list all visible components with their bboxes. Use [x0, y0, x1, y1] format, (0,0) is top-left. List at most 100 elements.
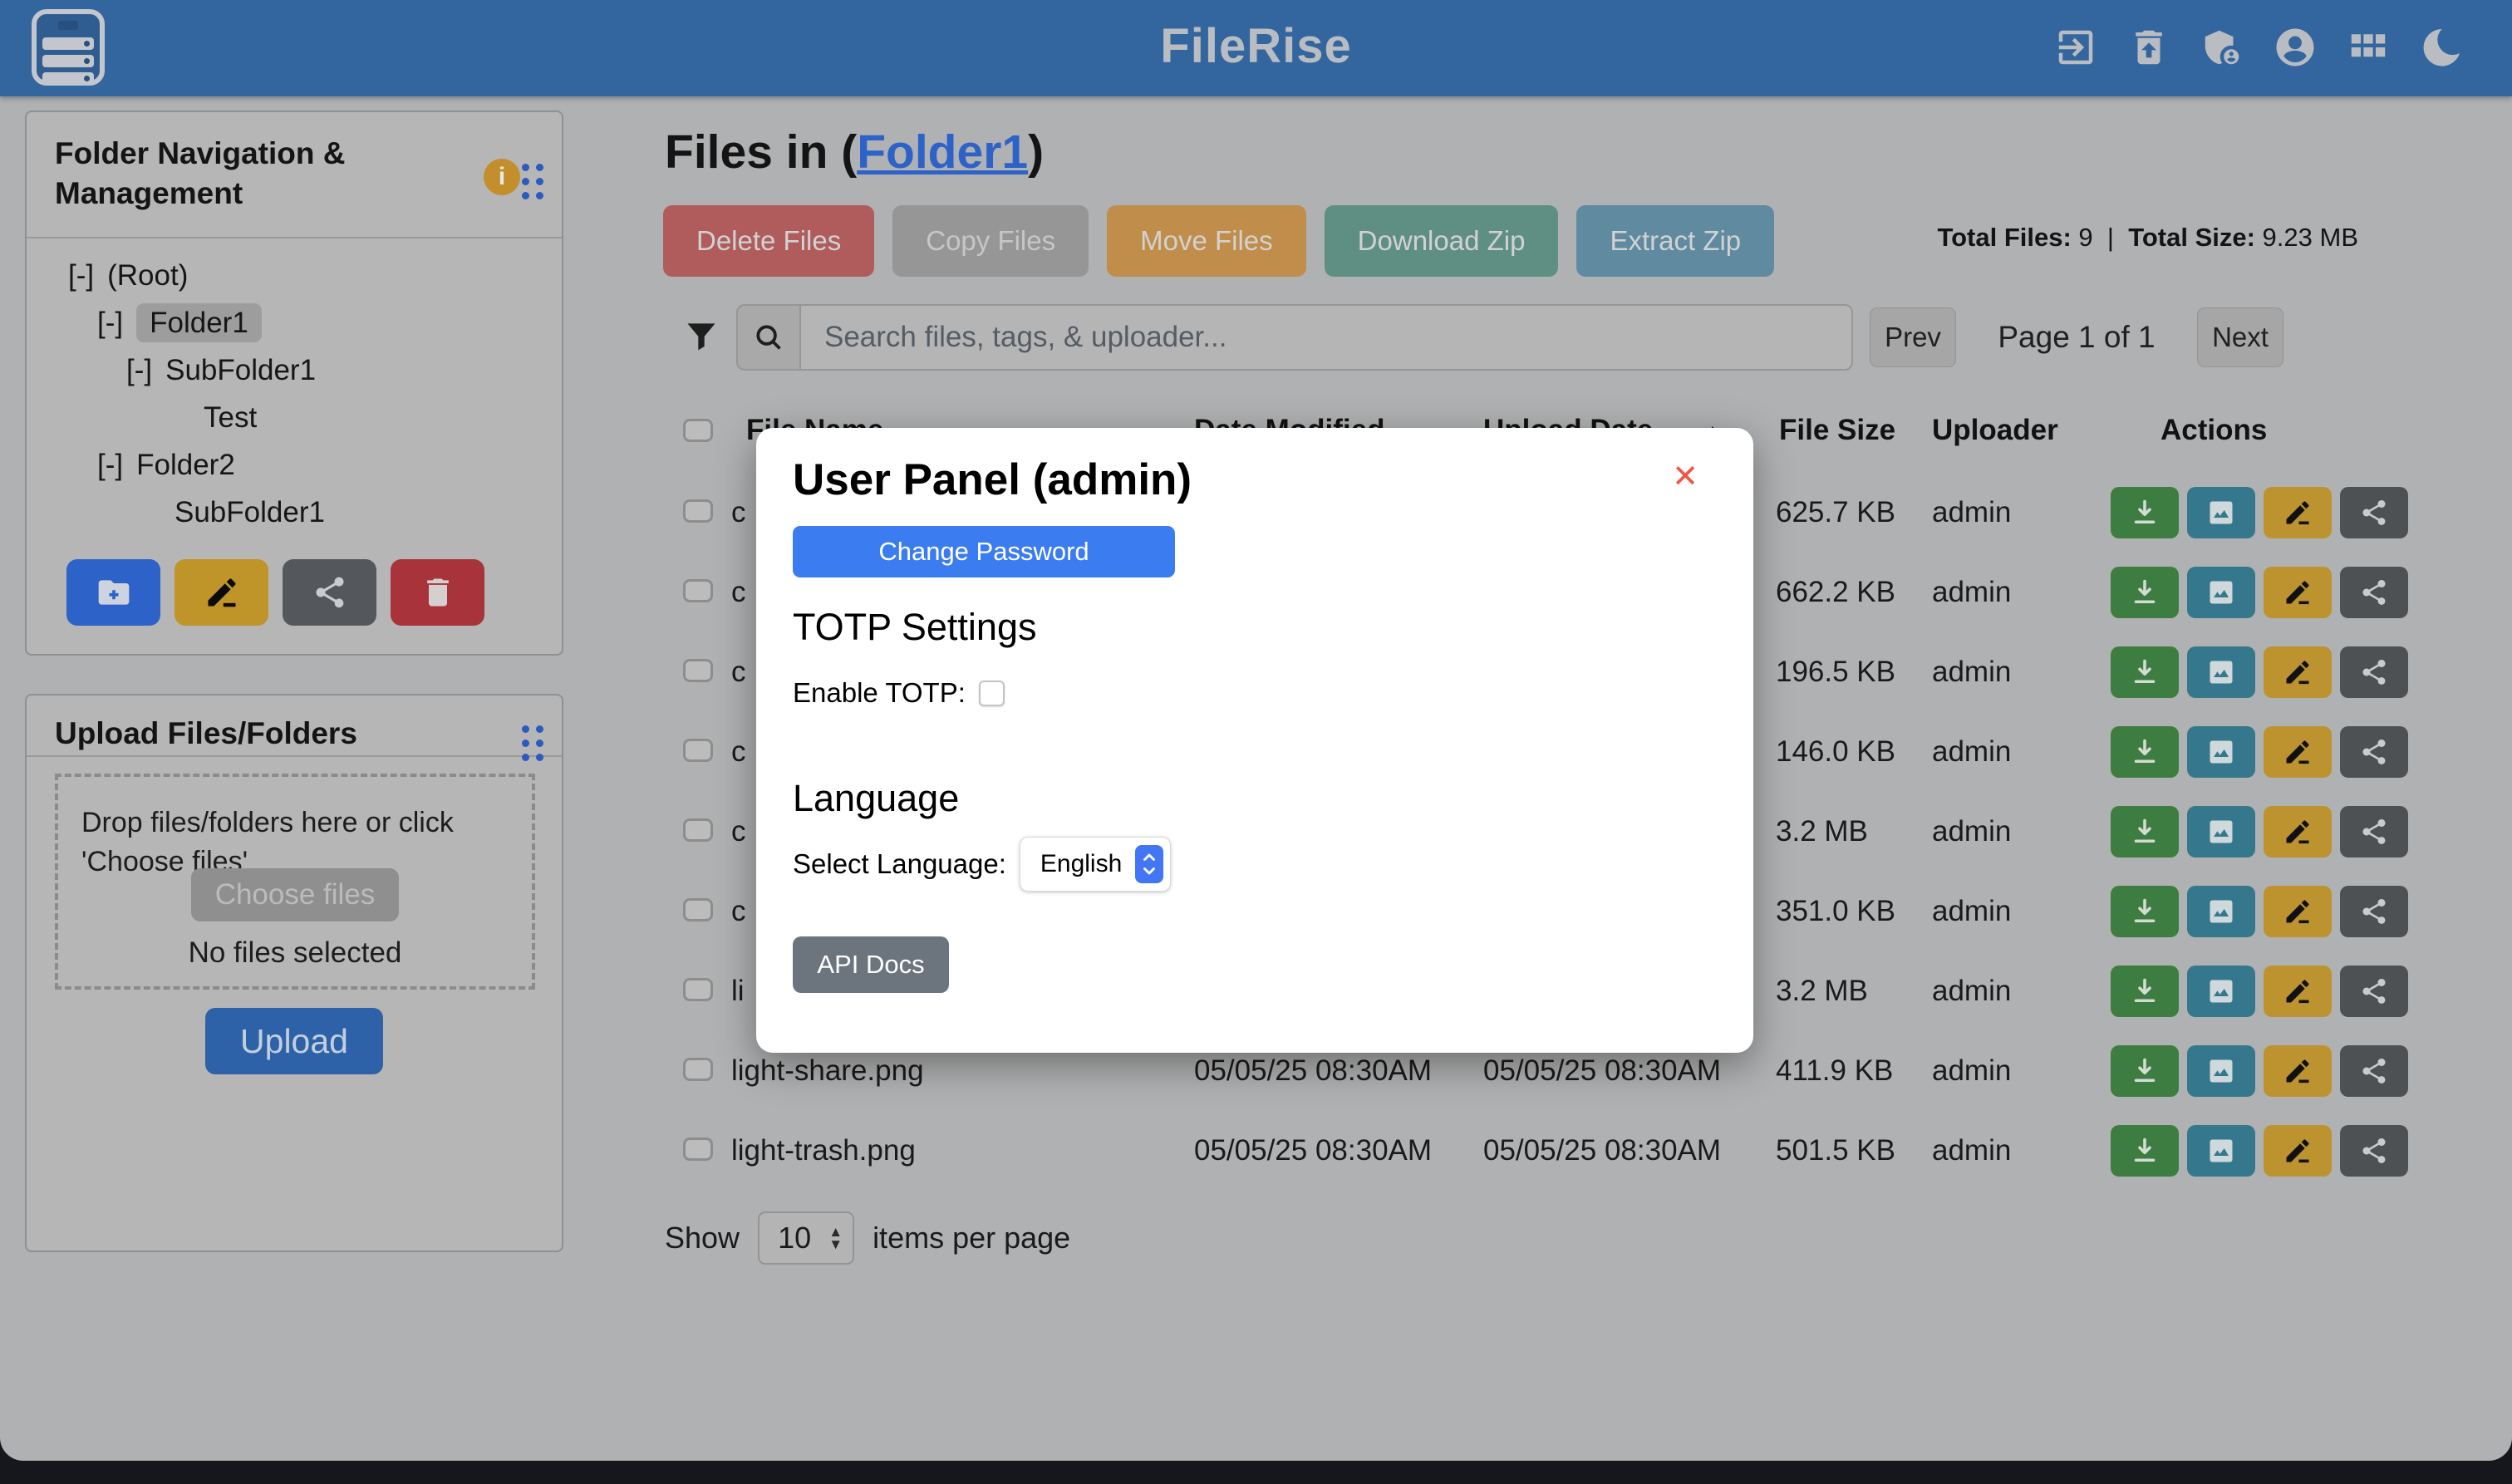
rename-file-button[interactable] [2264, 966, 2332, 1017]
dark-mode-moon-icon[interactable] [2419, 25, 2464, 70]
restore-trash-icon[interactable] [2126, 25, 2171, 70]
admin-shield-icon[interactable] [2200, 25, 2244, 70]
preview-file-button[interactable] [2187, 806, 2255, 857]
folder-tree-item-folder1[interactable]: [-] Folder1 [27, 299, 562, 346]
share-file-button[interactable] [2340, 966, 2408, 1017]
share-file-button[interactable] [2340, 726, 2408, 778]
row-checkbox[interactable] [683, 1058, 713, 1081]
download-file-button[interactable] [2111, 966, 2179, 1017]
download-file-button[interactable] [2111, 646, 2179, 698]
row-checkbox[interactable] [683, 818, 713, 842]
copy-files-button[interactable]: Copy Files [892, 205, 1089, 277]
rename-file-button[interactable] [2264, 646, 2332, 698]
info-icon[interactable]: i [484, 159, 520, 195]
select-all-checkbox[interactable] [683, 419, 713, 442]
enable-totp-label: Enable TOTP: [793, 677, 966, 709]
share-file-button[interactable] [2340, 886, 2408, 937]
language-select[interactable]: English [1020, 837, 1171, 892]
preview-file-button[interactable] [2187, 1125, 2255, 1177]
preview-file-button[interactable] [2187, 487, 2255, 538]
rename-file-button[interactable] [2264, 487, 2332, 538]
preview-file-button[interactable] [2187, 567, 2255, 618]
delete-files-button[interactable]: Delete Files [663, 205, 874, 277]
download-file-button[interactable] [2111, 806, 2179, 857]
close-icon[interactable]: ✕ [1672, 458, 1698, 495]
next-page-button[interactable]: Next [2197, 307, 2283, 367]
prev-page-button[interactable]: Prev [1870, 307, 1956, 367]
preview-file-button[interactable] [2187, 726, 2255, 778]
preview-file-button[interactable] [2187, 646, 2255, 698]
download-icon [2130, 498, 2160, 528]
search-icon[interactable] [736, 304, 799, 371]
file-toolbar: Delete Files Copy Files Move Files Downl… [663, 205, 1774, 277]
row-checkbox[interactable] [683, 579, 713, 602]
col-uploader[interactable]: Uploader [1932, 414, 2058, 447]
row-checkbox[interactable] [683, 739, 713, 762]
download-file-button[interactable] [2111, 1045, 2179, 1097]
edit-pencil-icon [2283, 1136, 2313, 1166]
rename-file-button[interactable] [2264, 806, 2332, 857]
extract-zip-button[interactable]: Extract Zip [1576, 205, 1774, 277]
row-checkbox[interactable] [683, 978, 713, 1001]
row-checkbox[interactable] [683, 1138, 713, 1161]
filter-icon[interactable] [683, 317, 720, 357]
move-files-button[interactable]: Move Files [1107, 205, 1306, 277]
current-folder-link[interactable]: Folder1 [857, 125, 1028, 179]
file-name: c [731, 656, 746, 689]
rename-file-button[interactable] [2264, 1045, 2332, 1097]
share-file-button[interactable] [2340, 646, 2408, 698]
uploader: admin [1932, 895, 2011, 928]
row-checkbox[interactable] [683, 898, 713, 921]
file-size: 411.9 KB [1776, 1054, 1893, 1088]
tree-label[interactable]: Folder1 [136, 303, 262, 342]
download-file-button[interactable] [2111, 487, 2179, 538]
logout-icon[interactable] [2053, 25, 2098, 70]
enable-totp-checkbox[interactable] [979, 681, 1005, 706]
row-checkbox[interactable] [683, 659, 713, 682]
file-size: 625.7 KB [1776, 496, 1895, 529]
tree-toggle[interactable]: [-] [68, 259, 94, 292]
download-file-button[interactable] [2111, 1125, 2179, 1177]
download-file-button[interactable] [2111, 886, 2179, 937]
spinner-arrows-icon: ▲▼ [828, 1226, 843, 1251]
col-file-size[interactable]: File Size [1779, 414, 1895, 447]
tree-label[interactable]: SubFolder1 [165, 354, 316, 386]
apps-grid-icon[interactable] [2346, 25, 2391, 70]
download-file-button[interactable] [2111, 726, 2179, 778]
drag-handle-icon[interactable] [522, 164, 543, 199]
account-icon[interactable] [2273, 25, 2318, 70]
uploader: admin [1932, 1134, 2011, 1167]
totp-settings-heading: TOTP Settings [793, 606, 1036, 649]
image-icon [2206, 817, 2236, 847]
share-file-button[interactable] [2340, 1045, 2408, 1097]
rename-file-button[interactable] [2264, 1125, 2332, 1177]
preview-file-button[interactable] [2187, 886, 2255, 937]
share-file-button[interactable] [2340, 487, 2408, 538]
rename-file-button[interactable] [2264, 886, 2332, 937]
preview-file-button[interactable] [2187, 966, 2255, 1017]
share-file-button[interactable] [2340, 1125, 2408, 1177]
share-file-button[interactable] [2340, 567, 2408, 618]
total-size-value: 9.23 MB [2263, 223, 2358, 252]
download-zip-button[interactable]: Download Zip [1325, 205, 1559, 277]
per-page-select[interactable]: 10 ▲▼ [758, 1211, 854, 1265]
preview-file-button[interactable] [2187, 1045, 2255, 1097]
tree-toggle[interactable]: [-] [97, 307, 123, 339]
topbar-actions [2053, 25, 2464, 70]
tree-label[interactable]: (Root) [107, 259, 188, 292]
search-input[interactable] [799, 304, 1853, 371]
app-page: FileRise Folder Navigation & Ma [0, 0, 2512, 1461]
rename-file-button[interactable] [2264, 567, 2332, 618]
file-name: light-share.png [731, 1054, 924, 1088]
rename-file-button[interactable] [2264, 726, 2332, 778]
change-password-button[interactable]: Change Password [793, 526, 1175, 577]
folder-tree-item--root-[interactable]: [-] (Root) [27, 252, 562, 299]
folder-tree-item-subfolder1[interactable]: [-] SubFolder1 [27, 346, 562, 394]
download-file-button[interactable] [2111, 567, 2179, 618]
download-icon [2130, 737, 2160, 767]
file-name: c [731, 895, 746, 928]
api-docs-button[interactable]: API Docs [793, 936, 949, 993]
tree-toggle[interactable]: [-] [126, 354, 152, 386]
share-file-button[interactable] [2340, 806, 2408, 857]
row-checkbox[interactable] [683, 499, 713, 523]
